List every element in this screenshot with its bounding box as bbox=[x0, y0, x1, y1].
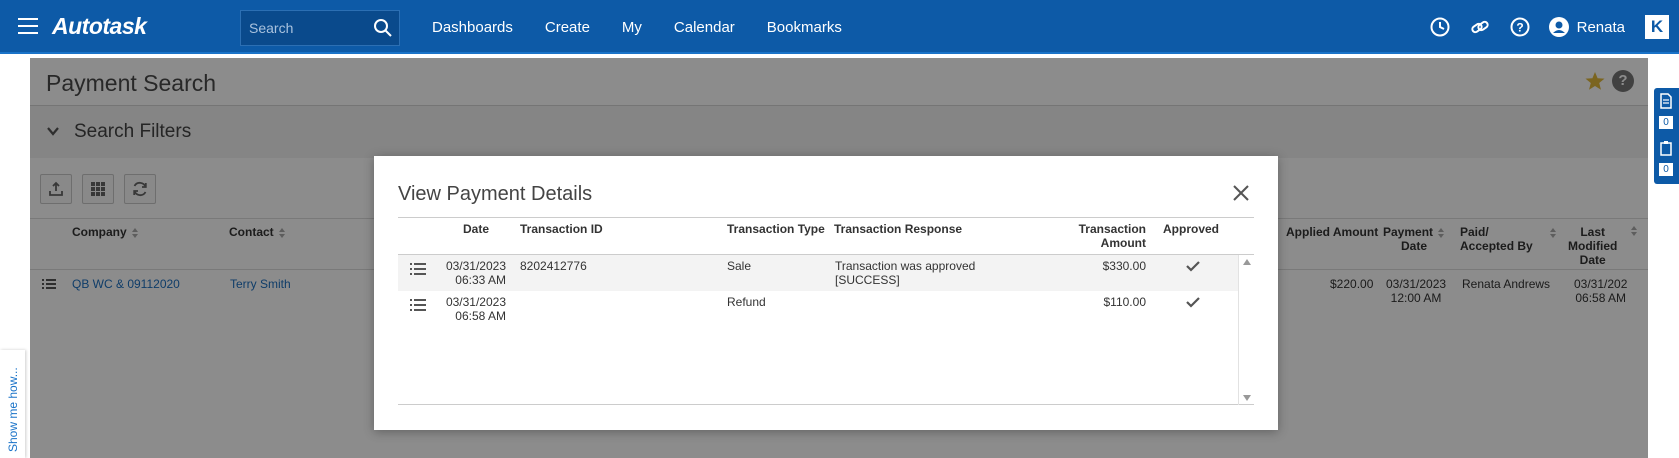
row-menu-icon[interactable] bbox=[410, 298, 426, 312]
document-icon[interactable] bbox=[1659, 93, 1673, 109]
cell-date: 03/31/2023 06:58 AM bbox=[442, 295, 506, 323]
approved-check-icon bbox=[1186, 261, 1200, 272]
header-transaction-id: Transaction ID bbox=[520, 222, 603, 236]
clock-icon[interactable] bbox=[1429, 16, 1451, 38]
header-approved: Approved bbox=[1163, 222, 1220, 236]
cell-transaction-response: Transaction was approved [SUCCESS] bbox=[835, 259, 975, 287]
header-transaction-type: Transaction Type bbox=[727, 222, 825, 236]
clipboard-count-badge: 0 bbox=[1659, 163, 1673, 176]
topbar-tools: ? Renata K bbox=[1411, 0, 1669, 54]
show-me-how-tab[interactable]: Show me how... bbox=[0, 350, 25, 458]
cell-date-line1: 03/31/2023 bbox=[445, 295, 506, 309]
user-avatar-icon bbox=[1548, 17, 1569, 37]
table-header: Date Transaction ID Transaction Type Tra… bbox=[398, 218, 1254, 255]
cell-date-line2: 06:33 AM bbox=[455, 273, 506, 287]
help-icon[interactable]: ? bbox=[1509, 16, 1531, 38]
link-icon[interactable] bbox=[1469, 16, 1491, 38]
scroll-down-icon[interactable] bbox=[1243, 395, 1251, 401]
clipboard-icon[interactable] bbox=[1659, 140, 1673, 156]
top-navigation-bar: Autotask Dashboards Create My Calendar B… bbox=[0, 0, 1679, 54]
cell-transaction-amount: $110.00 bbox=[1103, 295, 1147, 309]
cell-transaction-type: Sale bbox=[727, 259, 752, 273]
user-menu[interactable]: Renata bbox=[1548, 17, 1625, 37]
right-side-panel: 0 0 bbox=[1654, 88, 1679, 184]
svg-text:?: ? bbox=[1516, 21, 1523, 35]
hamburger-menu-icon[interactable] bbox=[18, 18, 38, 34]
autotask-logo[interactable]: Autotask bbox=[52, 13, 147, 40]
cell-transaction-type: Refund bbox=[727, 295, 766, 309]
cell-transaction-amount: $330.00 bbox=[1102, 259, 1146, 273]
table-row[interactable]: 03/31/2023 06:33 AM 8202412776 Sale Tran… bbox=[398, 255, 1238, 291]
header-amount-line2: Amount bbox=[1100, 236, 1146, 250]
nav-my[interactable]: My bbox=[622, 19, 642, 36]
header-date: Date bbox=[463, 222, 490, 236]
nav-create[interactable]: Create bbox=[545, 19, 590, 36]
user-name: Renata bbox=[1576, 18, 1625, 36]
cell-date-line2: 06:58 AM bbox=[455, 309, 506, 323]
cell-response-line1: Transaction was approved bbox=[835, 259, 976, 273]
show-me-how-label: Show me how... bbox=[6, 367, 20, 452]
global-search bbox=[240, 10, 400, 46]
cell-transaction-id: 8202412776 bbox=[520, 259, 587, 273]
cell-response-line2: [SUCCESS] bbox=[835, 273, 900, 287]
header-amount-line1: Transaction bbox=[1078, 222, 1146, 236]
row-menu-icon[interactable] bbox=[410, 262, 426, 276]
close-icon[interactable] bbox=[1232, 184, 1250, 202]
k-app-icon[interactable]: K bbox=[1645, 15, 1669, 39]
header-transaction-response: Transaction Response bbox=[834, 222, 963, 236]
dialog-title: View Payment Details bbox=[398, 183, 593, 205]
nav-bookmarks[interactable]: Bookmarks bbox=[767, 19, 842, 36]
scroll-up-icon[interactable] bbox=[1243, 259, 1251, 265]
nav-calendar[interactable]: Calendar bbox=[674, 19, 735, 36]
header-transaction-amount: Transaction Amount bbox=[1076, 222, 1146, 250]
table-row[interactable]: 03/31/2023 06:58 AM Refund $110.00 bbox=[398, 291, 1238, 327]
cell-date: 03/31/2023 06:33 AM bbox=[442, 259, 506, 287]
cell-date-line1: 03/31/2023 bbox=[445, 259, 506, 273]
approved-check-icon bbox=[1186, 297, 1200, 308]
search-input[interactable] bbox=[241, 11, 367, 45]
payment-transactions-table: Date Transaction ID Transaction Type Tra… bbox=[398, 217, 1254, 405]
nav-dashboards[interactable]: Dashboards bbox=[432, 19, 513, 36]
table-scrollbar[interactable] bbox=[1238, 255, 1254, 405]
document-count-badge: 0 bbox=[1659, 116, 1673, 129]
main-nav: Dashboards Create My Calendar Bookmarks bbox=[432, 0, 874, 54]
search-icon[interactable] bbox=[373, 18, 393, 38]
view-payment-details-dialog: View Payment Details Date Transaction ID… bbox=[374, 156, 1278, 430]
